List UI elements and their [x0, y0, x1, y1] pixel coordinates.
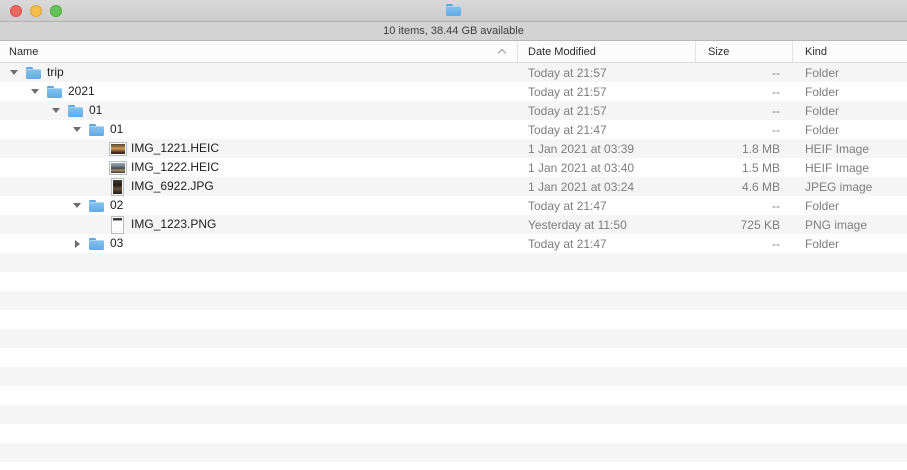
date-modified-value: Today at 21:57 — [517, 66, 695, 80]
photo-portrait-white-icon — [110, 217, 126, 233]
size-value: 1.8 MB — [695, 142, 792, 156]
traffic-lights — [10, 5, 62, 17]
sort-ascending-icon — [498, 48, 506, 56]
table-row[interactable]: IMG_1221.HEIC 1 Jan 2021 at 03:39 1.8 MB… — [0, 139, 907, 158]
column-header-kind-label: Kind — [805, 46, 827, 58]
date-modified-value: 1 Jan 2021 at 03:39 — [517, 142, 695, 156]
column-header-row: Name Date Modified Size Kind — [0, 41, 907, 63]
name-cell: 03 — [0, 234, 517, 253]
minimize-button[interactable] — [30, 5, 42, 17]
zoom-button[interactable] — [50, 5, 62, 17]
column-header-name-label: Name — [9, 46, 38, 58]
name-cell: IMG_1223.PNG — [0, 215, 517, 234]
file-list: trip Today at 21:57 -- Folder 2021 Today… — [0, 63, 907, 470]
size-value: -- — [695, 104, 792, 118]
date-modified-value: Today at 21:57 — [517, 85, 695, 99]
kind-value: Folder — [792, 237, 907, 251]
name-cell: 2021 — [0, 82, 517, 101]
name-cell: 01 — [0, 101, 517, 120]
photo-landscape-blue-icon — [110, 160, 126, 176]
kind-value: HEIF Image — [792, 142, 907, 156]
finder-window: 10 items, 38.44 GB available Name Date M… — [0, 0, 907, 470]
column-header-date-modified[interactable]: Date Modified — [517, 41, 695, 62]
file-name: 2021 — [68, 82, 95, 101]
kind-value: Folder — [792, 123, 907, 137]
date-modified-value: 1 Jan 2021 at 03:40 — [517, 161, 695, 175]
size-value: -- — [695, 85, 792, 99]
table-row[interactable]: 03 Today at 21:47 -- Folder — [0, 234, 907, 253]
file-name: IMG_1223.PNG — [131, 215, 216, 234]
date-modified-value: Today at 21:47 — [517, 123, 695, 137]
table-row[interactable]: 01 Today at 21:47 -- Folder — [0, 120, 907, 139]
status-text: 10 items, 38.44 GB available — [383, 25, 524, 37]
disclosure-triangle-icon[interactable] — [73, 127, 81, 132]
disclosure-triangle-icon[interactable] — [73, 240, 81, 248]
name-cell: 02 — [0, 196, 517, 215]
kind-value: Folder — [792, 66, 907, 80]
titlebar[interactable] — [0, 0, 907, 22]
size-value: 1.5 MB — [695, 161, 792, 175]
folder-icon — [89, 122, 105, 138]
name-cell: IMG_6922.JPG — [0, 177, 517, 196]
kind-value: HEIF Image — [792, 161, 907, 175]
size-value: -- — [695, 237, 792, 251]
column-header-name[interactable]: Name — [0, 41, 517, 62]
kind-value: Folder — [792, 104, 907, 118]
date-modified-value: Today at 21:57 — [517, 104, 695, 118]
file-name: IMG_1221.HEIC — [131, 139, 219, 158]
photo-portrait-dark-icon — [110, 179, 126, 195]
disclosure-triangle-icon[interactable] — [31, 89, 39, 94]
column-header-size[interactable]: Size — [695, 41, 792, 62]
name-cell: IMG_1221.HEIC — [0, 139, 517, 158]
column-header-kind[interactable]: Kind — [792, 41, 907, 62]
column-header-size-label: Size — [708, 46, 729, 58]
file-name: trip — [47, 63, 64, 82]
kind-value: Folder — [792, 85, 907, 99]
folder-icon — [446, 4, 462, 17]
size-value: -- — [695, 66, 792, 80]
date-modified-value: Today at 21:47 — [517, 237, 695, 251]
table-row[interactable]: IMG_6922.JPG 1 Jan 2021 at 03:24 4.6 MB … — [0, 177, 907, 196]
file-name: 01 — [110, 120, 123, 139]
size-value: -- — [695, 123, 792, 137]
column-header-date-label: Date Modified — [528, 46, 596, 58]
disclosure-triangle-icon[interactable] — [10, 70, 18, 75]
folder-icon — [89, 236, 105, 252]
date-modified-value: 1 Jan 2021 at 03:24 — [517, 180, 695, 194]
close-button[interactable] — [10, 5, 22, 17]
kind-value: JPEG image — [792, 180, 907, 194]
kind-value: Folder — [792, 199, 907, 213]
kind-value: PNG image — [792, 218, 907, 232]
file-name: 03 — [110, 234, 123, 253]
folder-icon — [89, 198, 105, 214]
file-name: 01 — [89, 101, 102, 120]
file-name: 02 — [110, 196, 123, 215]
file-name: IMG_1222.HEIC — [131, 158, 219, 177]
name-cell: IMG_1222.HEIC — [0, 158, 517, 177]
date-modified-value: Yesterday at 11:50 — [517, 218, 695, 232]
disclosure-triangle-icon[interactable] — [52, 108, 60, 113]
name-cell: 01 — [0, 120, 517, 139]
table-row[interactable]: IMG_1222.HEIC 1 Jan 2021 at 03:40 1.5 MB… — [0, 158, 907, 177]
name-cell: trip — [0, 63, 517, 82]
size-value: 4.6 MB — [695, 180, 792, 194]
size-value: -- — [695, 199, 792, 213]
table-row[interactable]: 2021 Today at 21:57 -- Folder — [0, 82, 907, 101]
size-value: 725 KB — [695, 218, 792, 232]
photo-landscape-brown-icon — [110, 141, 126, 157]
folder-icon — [47, 84, 63, 100]
folder-icon — [68, 103, 84, 119]
status-bar: 10 items, 38.44 GB available — [0, 22, 907, 41]
table-row[interactable]: trip Today at 21:57 -- Folder — [0, 63, 907, 82]
date-modified-value: Today at 21:47 — [517, 199, 695, 213]
disclosure-triangle-icon[interactable] — [73, 203, 81, 208]
folder-icon — [26, 65, 42, 81]
table-row[interactable]: 01 Today at 21:57 -- Folder — [0, 101, 907, 120]
table-row[interactable]: 02 Today at 21:47 -- Folder — [0, 196, 907, 215]
table-row[interactable]: IMG_1223.PNG Yesterday at 11:50 725 KB P… — [0, 215, 907, 234]
file-name: IMG_6922.JPG — [131, 177, 214, 196]
